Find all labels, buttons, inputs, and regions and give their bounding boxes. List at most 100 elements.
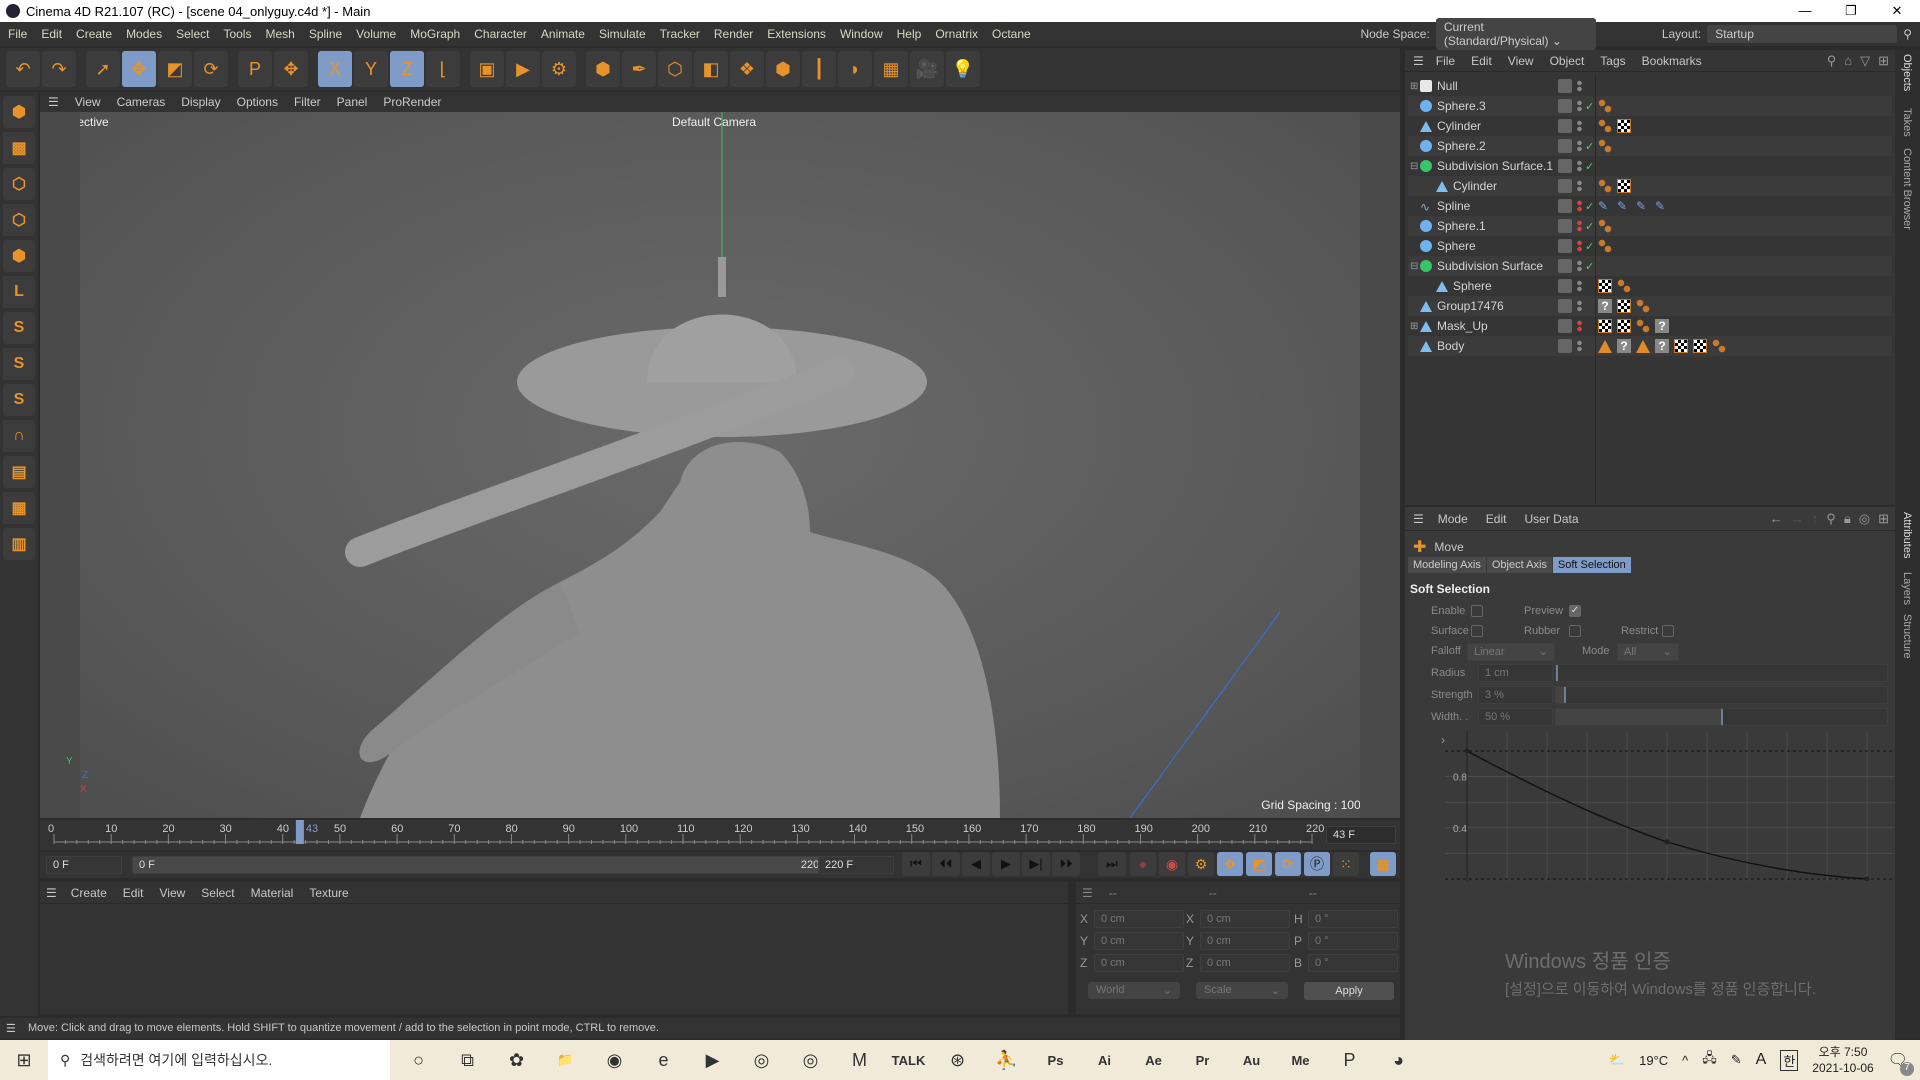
keyframe-selection-icon[interactable]: ⚙ bbox=[1188, 852, 1214, 876]
editable-toggle-icon[interactable] bbox=[1558, 239, 1572, 253]
attribute-menu-mode[interactable]: Mode bbox=[1438, 512, 1468, 526]
expand-toggle-icon[interactable]: ⊞ bbox=[1410, 81, 1418, 92]
menu-extensions[interactable]: Extensions bbox=[767, 27, 826, 41]
magnet-icon[interactable]: ∩ bbox=[3, 420, 35, 452]
object-row[interactable]: Sphere.3 ✓ bbox=[1408, 96, 1892, 116]
snap-2-icon[interactable]: S bbox=[3, 348, 35, 380]
target-icon[interactable]: ◎ bbox=[1859, 511, 1870, 527]
visibility-dots-icon[interactable] bbox=[1577, 180, 1582, 192]
visibility-dots-icon[interactable] bbox=[1577, 140, 1582, 152]
camera-icon[interactable]: 🎥 bbox=[910, 51, 944, 87]
strength-field[interactable]: 3 % bbox=[1478, 686, 1553, 704]
width-slider[interactable] bbox=[1555, 708, 1888, 726]
editable-toggle-icon[interactable] bbox=[1558, 339, 1572, 353]
polygons-mode-icon[interactable]: ⬢ bbox=[3, 240, 35, 272]
visibility-dots-icon[interactable] bbox=[1577, 160, 1582, 172]
unknown-tag-icon[interactable]: ? bbox=[1598, 299, 1612, 313]
editable-toggle-icon[interactable] bbox=[1558, 79, 1572, 93]
up-arrow-icon[interactable]: ↑ bbox=[1812, 511, 1819, 527]
minimize-button[interactable]: — bbox=[1782, 0, 1828, 22]
object-row[interactable]: Mask_Up ⊞? bbox=[1408, 316, 1892, 336]
enabled-check-icon[interactable]: ✓ bbox=[1585, 140, 1594, 153]
texture-tag-icon[interactable] bbox=[1617, 319, 1631, 333]
phong-tag-icon[interactable] bbox=[1598, 179, 1612, 193]
back-arrow-icon[interactable]: ← bbox=[1770, 511, 1783, 527]
object-row[interactable]: Body?? bbox=[1408, 336, 1892, 356]
cinema4d-icon[interactable]: ◎ bbox=[737, 1040, 786, 1080]
unknown-tag-icon[interactable]: ? bbox=[1655, 339, 1669, 353]
coord-value-field[interactable]: 0 cm bbox=[1094, 910, 1184, 928]
viewport[interactable]: Perspective Default Camera Grid Spacing … bbox=[40, 112, 1400, 818]
app-icon[interactable]: ✿ bbox=[492, 1040, 541, 1080]
warning-tag-icon[interactable] bbox=[1636, 339, 1650, 353]
width-field[interactable]: 50 % bbox=[1478, 708, 1553, 726]
network-icon[interactable]: 🖧 bbox=[1702, 1049, 1717, 1071]
object-menu-icon[interactable]: ☰ bbox=[1413, 54, 1424, 68]
phong-tag-icon[interactable] bbox=[1712, 339, 1726, 353]
menu-window[interactable]: Window bbox=[840, 27, 883, 41]
edge-icon[interactable]: e bbox=[639, 1040, 688, 1080]
preview-checkbox[interactable]: ✓ bbox=[1569, 605, 1581, 617]
move-icon[interactable]: ✥ bbox=[122, 51, 156, 87]
texture-tag-icon[interactable] bbox=[1598, 319, 1612, 333]
go-to-start-icon[interactable]: ⏮ bbox=[902, 852, 930, 876]
width-slider-fill[interactable] bbox=[1556, 709, 1723, 725]
visibility-dots-icon[interactable] bbox=[1577, 340, 1582, 352]
close-button[interactable]: ✕ bbox=[1874, 0, 1920, 22]
pen-icon[interactable]: ✎ bbox=[1731, 1052, 1742, 1068]
strength-slider-fill[interactable] bbox=[1556, 687, 1566, 703]
coord-mode-dropdown[interactable]: Scale ⌄ bbox=[1196, 982, 1288, 999]
cortana-icon[interactable]: ○ bbox=[394, 1040, 443, 1080]
visibility-dots-icon[interactable] bbox=[1577, 240, 1582, 252]
photoshop-icon[interactable]: Ps bbox=[1031, 1040, 1080, 1080]
menu-select[interactable]: Select bbox=[176, 27, 209, 41]
chrome-icon[interactable]: ◉ bbox=[590, 1040, 639, 1080]
material-menu-texture[interactable]: Texture bbox=[309, 886, 348, 900]
render-view-icon[interactable]: ▣ bbox=[470, 51, 504, 87]
select-icon[interactable]: ➚ bbox=[86, 51, 120, 87]
object-row[interactable]: Sphere.1 ✓ bbox=[1408, 216, 1892, 236]
edges-mode-icon[interactable]: ⬡ bbox=[3, 204, 35, 236]
enabled-check-icon[interactable]: ✓ bbox=[1585, 260, 1594, 273]
surface-checkbox[interactable] bbox=[1471, 625, 1483, 637]
next-frame-icon[interactable]: ▶| bbox=[1022, 852, 1050, 876]
render-settings-icon[interactable]: ⚙ bbox=[542, 51, 576, 87]
tab-layers[interactable]: Layers bbox=[1901, 572, 1913, 605]
object-row[interactable]: Cylinder bbox=[1408, 116, 1892, 136]
search-icon[interactable]: ⚲ bbox=[1826, 511, 1836, 527]
material-menu-create[interactable]: Create bbox=[71, 886, 107, 900]
visibility-dots-icon[interactable] bbox=[1577, 100, 1582, 112]
enabled-check-icon[interactable]: ✓ bbox=[1585, 160, 1594, 173]
render-picture-viewer-icon[interactable]: ▶ bbox=[506, 51, 540, 87]
spline-tag-icon[interactable]: ✎ bbox=[1598, 199, 1612, 213]
material-menu-icon[interactable]: ☰ bbox=[46, 886, 57, 900]
menu-spline[interactable]: Spline bbox=[309, 27, 342, 41]
deformer-icon[interactable]: ┃ bbox=[802, 51, 836, 87]
workplane-icon[interactable]: ▤ bbox=[3, 456, 35, 488]
editable-toggle-icon[interactable] bbox=[1558, 199, 1572, 213]
coord-value-field[interactable]: 0 ° bbox=[1308, 954, 1398, 972]
apply-button[interactable]: Apply bbox=[1304, 982, 1394, 1000]
tab-modeling-axis[interactable]: Modeling Axis bbox=[1408, 557, 1486, 573]
frame-range-slider[interactable]: 0 F 220 F bbox=[132, 856, 844, 874]
lock-icon[interactable]: 🔒︎ bbox=[1844, 511, 1851, 527]
radius-slider[interactable] bbox=[1555, 664, 1888, 682]
audition-icon[interactable]: Au bbox=[1227, 1040, 1276, 1080]
tab-content-browser[interactable]: Content Browser bbox=[1901, 148, 1913, 230]
windows-start-icon[interactable]: ⊞ bbox=[0, 1040, 48, 1080]
play-icon[interactable]: ▶ bbox=[992, 852, 1020, 876]
illustrator-icon[interactable]: Ai bbox=[1080, 1040, 1129, 1080]
cloner-icon[interactable]: ❖ bbox=[730, 51, 764, 87]
start-frame-field[interactable]: 0 F bbox=[46, 856, 122, 874]
coord-value-field[interactable]: 0 cm bbox=[1094, 932, 1184, 950]
texture-tag-icon[interactable] bbox=[1674, 339, 1688, 353]
menu-file[interactable]: File bbox=[8, 27, 27, 41]
enabled-check-icon[interactable]: ✓ bbox=[1585, 240, 1594, 253]
menu-mesh[interactable]: Mesh bbox=[265, 27, 294, 41]
coord-value-field[interactable]: 0 cm bbox=[1200, 910, 1290, 928]
weather-temp[interactable]: 19°C bbox=[1639, 1053, 1668, 1068]
floor-icon[interactable]: ▦ bbox=[874, 51, 908, 87]
object-menu-tags[interactable]: Tags bbox=[1600, 54, 1625, 68]
menu-render[interactable]: Render bbox=[714, 27, 753, 41]
coord-value-field[interactable]: 0 cm bbox=[1200, 932, 1290, 950]
